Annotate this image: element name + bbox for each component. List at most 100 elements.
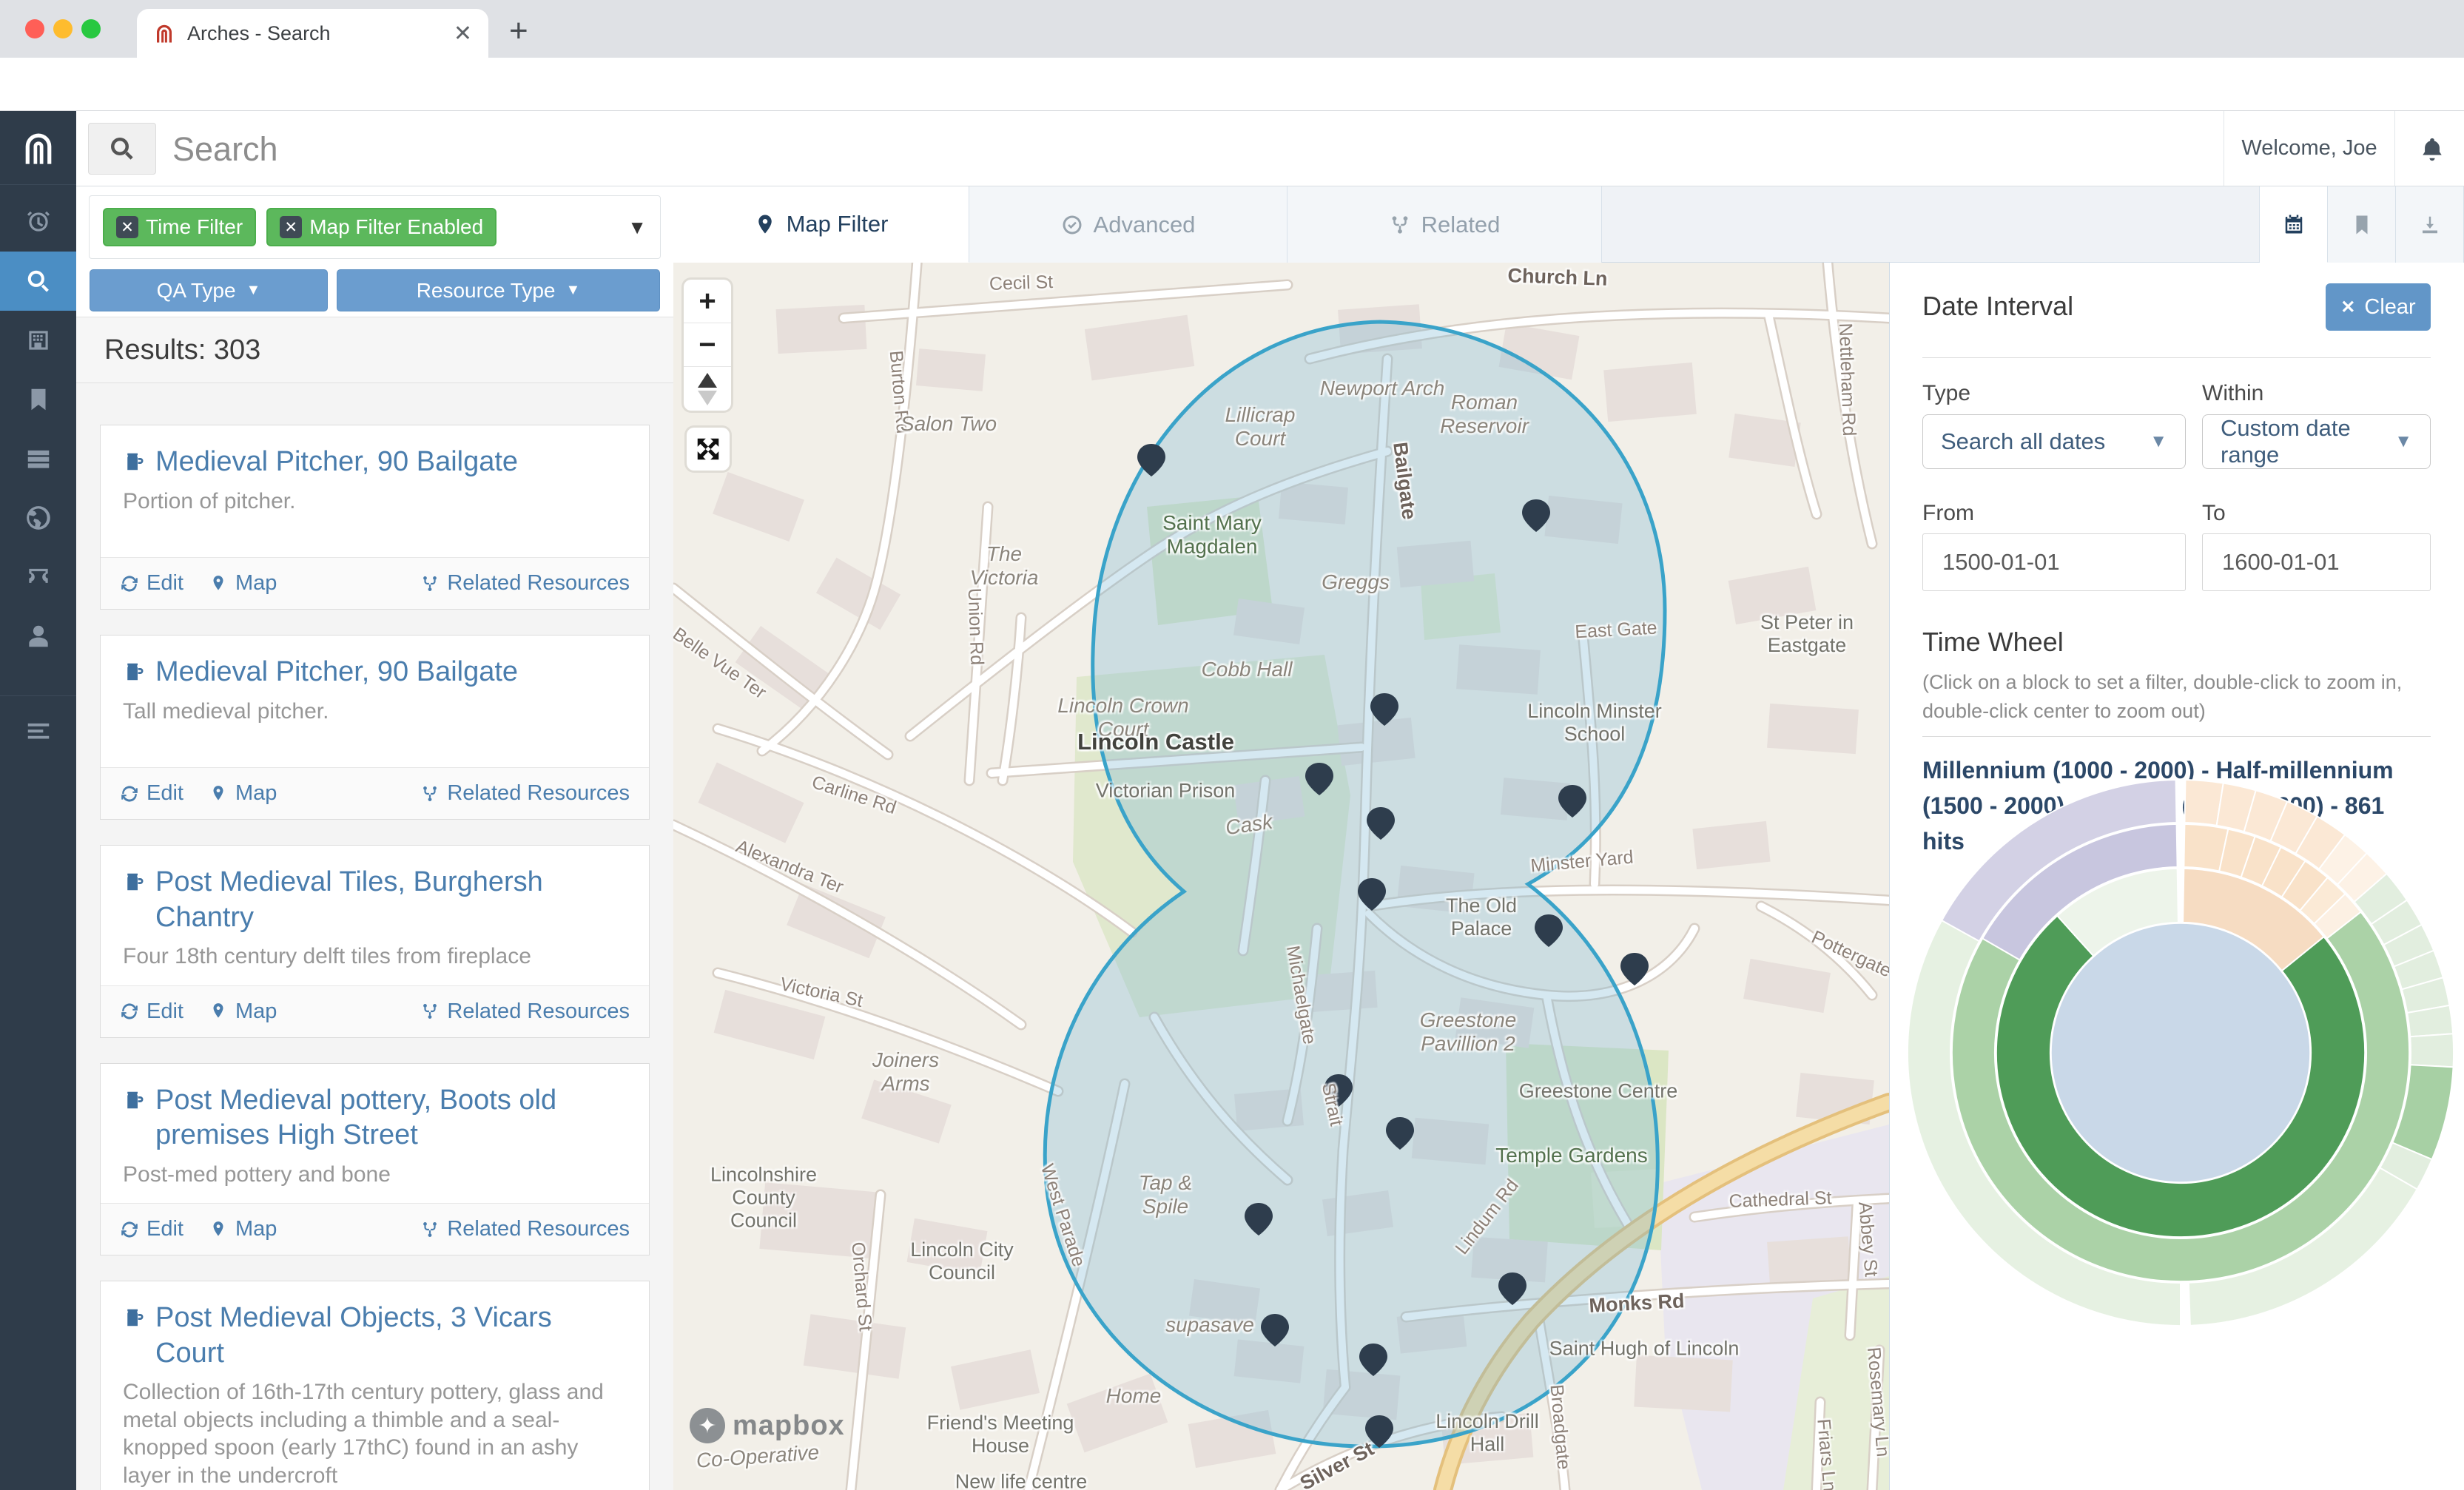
pitch-toggle-button[interactable] <box>684 367 731 411</box>
triangle-down-icon <box>698 391 717 405</box>
zoom-in-button[interactable]: + <box>684 280 731 323</box>
zoom-out-button[interactable]: − <box>684 323 731 367</box>
search-icon <box>24 267 53 295</box>
time-wheel-segment-century[interactable] <box>2410 1034 2454 1067</box>
within-select[interactable]: Custom date range▼ <box>2202 414 2431 469</box>
edit-link[interactable]: Edit <box>120 999 184 1024</box>
map-link[interactable]: Map <box>209 781 277 806</box>
edit-link[interactable]: Edit <box>120 781 184 806</box>
filter-tag-map[interactable]: ✕ Map Filter Enabled <box>266 208 496 246</box>
card-body: Post Medieval Objects, 3 Vicars Court Co… <box>101 1281 649 1490</box>
sidebar-item-profile[interactable] <box>0 607 76 666</box>
result-card: Post Medieval Objects, 3 Vicars Court Co… <box>100 1281 650 1490</box>
bookmark-icon <box>24 385 53 414</box>
artefact-icon <box>123 871 145 893</box>
chevron-down-icon: ▼ <box>566 282 581 299</box>
result-card: Medieval Pitcher, 90 Bailgate Tall medie… <box>100 635 650 820</box>
card-body: Medieval Pitcher, 90 Bailgate Tall medie… <box>101 636 649 767</box>
time-filter-panel: Date Interval ✕ Clear Type Within Search… <box>1889 263 2464 1490</box>
related-resources-link[interactable]: Related Resources <box>420 999 630 1024</box>
sidebar-item-resource[interactable] <box>0 311 76 370</box>
search-input[interactable]: Search <box>172 130 278 169</box>
date-type-select[interactable]: Search all dates▼ <box>1922 414 2186 469</box>
map-label: Lincoln Drill Hall <box>1432 1410 1543 1456</box>
arches-logo <box>0 111 76 185</box>
results-list[interactable]: Medieval Pitcher, 90 Bailgate Portion of… <box>76 383 673 1490</box>
tab-export[interactable] <box>2396 186 2464 263</box>
resource-type-dropdown[interactable]: Resource Type▼ <box>337 269 660 311</box>
map-label: Greestone Centre <box>1519 1080 1678 1103</box>
mapbox-logo: ✦ mapbox <box>690 1408 845 1443</box>
bookmark-icon <box>2351 214 2373 236</box>
map-link[interactable]: Map <box>209 1217 277 1241</box>
active-filters-box[interactable]: ✕ Time Filter ✕ Map Filter Enabled ▼ <box>89 195 661 259</box>
related-icon <box>420 574 440 593</box>
related-resources-link[interactable]: Related Resources <box>420 781 630 806</box>
map-link[interactable]: Map <box>209 571 277 596</box>
browser-tab[interactable]: Arches - Search ✕ <box>137 9 488 58</box>
edit-icon <box>120 1002 139 1021</box>
sidebar-item-data[interactable] <box>0 429 76 488</box>
minimize-window-button[interactable] <box>53 19 73 38</box>
close-tab-icon[interactable]: ✕ <box>454 21 472 47</box>
remove-filter-icon[interactable]: ✕ <box>116 216 138 238</box>
resource-title[interactable]: Post Medieval pottery, Boots old premise… <box>155 1083 627 1153</box>
tab-saved-searches[interactable] <box>2328 186 2396 263</box>
map-label: New life centre <box>955 1471 1088 1490</box>
card-body: Medieval Pitcher, 90 Bailgate Portion of… <box>101 425 649 557</box>
sidebar-item-menu[interactable] <box>0 695 76 766</box>
resource-title[interactable]: Post Medieval Tiles, Burghersh Chantry <box>155 865 627 935</box>
tab-related[interactable]: Related <box>1287 186 1602 263</box>
filter-tag-label: Map Filter Enabled <box>309 215 483 239</box>
tab-title: Arches - Search <box>187 22 442 45</box>
bell-icon <box>2420 136 2445 161</box>
qa-type-dropdown[interactable]: QA Type▼ <box>90 269 328 311</box>
clear-button[interactable]: ✕ Clear <box>2326 283 2431 331</box>
select-value: Search all dates <box>1941 428 2105 455</box>
tab-advanced[interactable]: Advanced <box>969 186 1287 263</box>
sidebar-item-cards[interactable] <box>0 547 76 607</box>
edit-link[interactable]: Edit <box>120 571 184 596</box>
time-wheel-chart[interactable] <box>1907 779 2454 1326</box>
map-canvas[interactable]: Cecil StChurch LnBurton RdNettleham RdNe… <box>673 263 1889 1490</box>
map-label: Saint Hugh of Lincoln <box>1549 1338 1740 1361</box>
new-tab-button[interactable]: + <box>509 16 528 46</box>
pin-icon <box>754 213 776 235</box>
map-link[interactable]: Map <box>209 999 277 1024</box>
to-date-input[interactable]: 1600-01-01 <box>2202 533 2431 591</box>
related-resources-link[interactable]: Related Resources <box>420 1217 630 1241</box>
sidebar-item-recent[interactable] <box>0 192 76 252</box>
chevron-down-icon[interactable]: ▼ <box>627 216 647 239</box>
map-label: Lincolnshire County Council <box>697 1163 830 1232</box>
from-date-input[interactable]: 1500-01-01 <box>1922 533 2186 591</box>
close-window-button[interactable] <box>25 19 44 38</box>
edit-link[interactable]: Edit <box>120 1217 184 1241</box>
resource-title[interactable]: Post Medieval Objects, 3 Vicars Court <box>155 1301 627 1371</box>
user-menu[interactable]: Welcome, Joe <box>2224 111 2394 186</box>
maximize-window-button[interactable] <box>81 19 101 38</box>
filter-tag-time[interactable]: ✕ Time Filter <box>103 208 256 246</box>
sidebar-item-bookmark[interactable] <box>0 370 76 429</box>
result-card: Medieval Pitcher, 90 Bailgate Portion of… <box>100 425 650 610</box>
related-resources-link[interactable]: Related Resources <box>420 571 630 596</box>
map-label: St Peter in Eastgate <box>1733 611 1881 657</box>
remove-filter-icon[interactable]: ✕ <box>280 216 302 238</box>
time-wheel-title: Time Wheel <box>1922 627 2064 658</box>
time-wheel-center[interactable] <box>2052 924 2309 1181</box>
fullscreen-button[interactable] <box>687 428 730 471</box>
sidebar-item-geo[interactable] <box>0 488 76 547</box>
map-pin-icon <box>209 574 228 593</box>
input-value: 1500-01-01 <box>1942 549 2060 576</box>
notifications-button[interactable] <box>2395 111 2464 186</box>
map-label: Cobb Hall <box>1202 658 1293 681</box>
sidebar-item-search[interactable] <box>0 252 76 311</box>
tab-map-filter[interactable]: Map Filter <box>673 186 969 263</box>
map-pin-icon <box>209 1002 228 1021</box>
resource-title[interactable]: Medieval Pitcher, 90 Bailgate <box>155 445 518 480</box>
search-button[interactable] <box>88 123 156 175</box>
map-label: Nettleham Rd <box>1834 323 1859 436</box>
resource-title[interactable]: Medieval Pitcher, 90 Bailgate <box>155 655 518 690</box>
tab-label: Advanced <box>1094 212 1196 238</box>
download-icon <box>2419 214 2441 236</box>
tab-time-filter[interactable] <box>2260 186 2328 263</box>
